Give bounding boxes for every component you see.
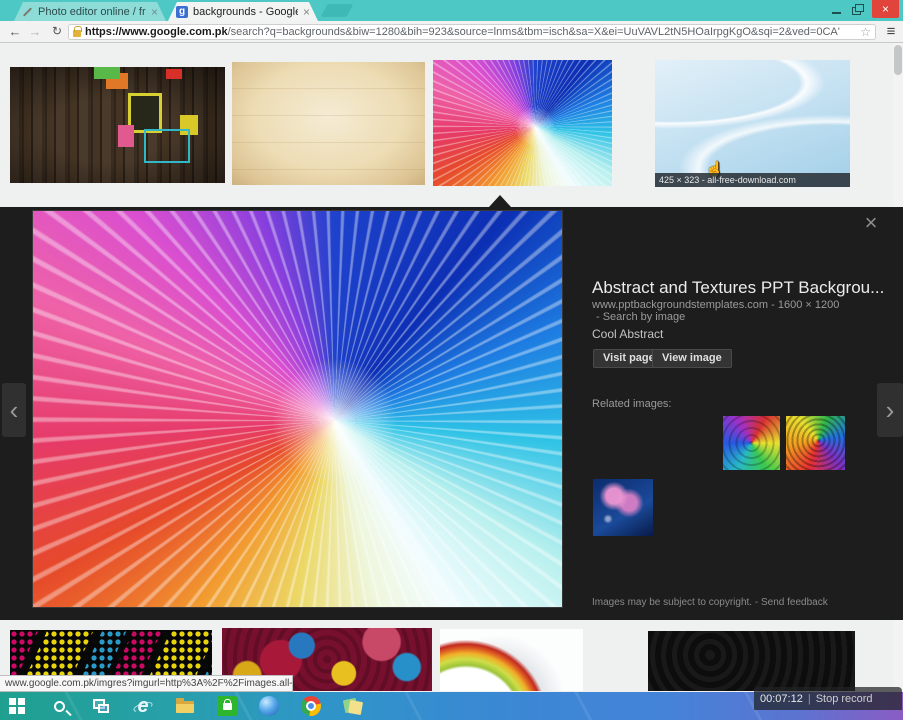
copyright-text: Images may be subject to copyright. <box>592 597 753 608</box>
minimize-icon <box>831 12 841 14</box>
preview-main-image[interactable] <box>33 211 562 607</box>
related-image-tiedye[interactable] <box>723 416 780 470</box>
back-button[interactable]: ← <box>6 23 24 40</box>
tab-title: backgrounds - Google Se <box>193 5 298 18</box>
window-icon <box>98 704 109 713</box>
tab-title: Photo editor online / free <box>38 5 146 18</box>
google-favicon-icon: g <box>176 6 188 18</box>
tab-google-search[interactable]: g backgrounds - Google Se × <box>168 2 318 21</box>
start-button[interactable] <box>6 695 28 717</box>
bookmark-star-icon[interactable]: ☆ <box>860 25 871 39</box>
screen-recorder-overlay[interactable]: 00:07:12 | Stop record <box>754 687 902 710</box>
graffiti-art <box>94 67 120 79</box>
result-thumbnail-blue-waves[interactable]: ☝ 425 × 323 - all-free-download.com <box>655 60 850 187</box>
window-maximize-button[interactable] <box>849 3 869 16</box>
store-icon <box>217 696 237 716</box>
tab-photo-editor[interactable]: Photo editor online / free × <box>14 2 166 21</box>
maximize-icon <box>855 4 864 12</box>
chrome-icon <box>301 696 321 716</box>
view-image-button[interactable]: View image <box>652 349 732 368</box>
internet-explorer-button[interactable]: e <box>132 695 154 717</box>
graffiti-art <box>166 69 182 79</box>
next-image-button[interactable]: › <box>877 383 903 437</box>
file-explorer-button[interactable] <box>174 695 196 717</box>
tab-close-icon[interactable]: × <box>151 7 158 17</box>
close-icon[interactable]: × <box>858 210 884 236</box>
search-button[interactable] <box>48 695 70 717</box>
search-by-image-link[interactable]: - Search by image <box>596 311 685 323</box>
chevron-left-icon: ‹ <box>9 394 19 425</box>
chevron-right-icon: › <box>885 394 895 425</box>
bag-icon <box>222 698 232 710</box>
image-preview-panel: × ‹ › Abstract and Textures PPT Backgrou… <box>0 207 903 620</box>
status-bar-link-preview: www.google.com.pk/imgres?imgurl=http%3A%… <box>0 675 293 692</box>
sphere-icon <box>259 696 279 716</box>
image-dimensions-tooltip: 425 × 323 - all-free-download.com <box>655 173 850 187</box>
tab-close-icon[interactable]: × <box>303 7 310 17</box>
lock-icon <box>73 25 82 37</box>
graffiti-art <box>118 125 134 147</box>
folder-icon <box>176 704 194 713</box>
windows-store-button[interactable] <box>216 695 238 717</box>
taskbar-icons: e <box>6 692 364 720</box>
search-results-area: ☝ 425 × 323 - all-free-download.com × ‹ … <box>0 43 903 692</box>
separator: | <box>807 692 811 705</box>
send-feedback-link[interactable]: Send feedback <box>761 597 828 608</box>
blue-sphere-app-button[interactable] <box>258 695 280 717</box>
window-close-button[interactable]: × <box>872 0 899 18</box>
preview-source: www.pptbackgroundstemplates.com - 1600 ×… <box>592 299 840 311</box>
previous-image-button[interactable]: ‹ <box>2 383 26 437</box>
related-images-label: Related images: <box>592 398 672 410</box>
address-bar[interactable]: https://www.google.com.pk/search?q=backg… <box>68 24 876 40</box>
forward-button[interactable]: → <box>26 23 44 40</box>
copyright-footer: Images may be subject to copyright. - Se… <box>592 597 828 608</box>
task-windows-button[interactable] <box>90 695 112 717</box>
result-thumbnail-wood-graffiti[interactable] <box>10 67 225 183</box>
result-thumbnail-parchment[interactable] <box>232 62 425 185</box>
graffiti-art <box>144 129 190 163</box>
window-minimize-button[interactable] <box>826 4 846 16</box>
search-icon <box>53 700 65 712</box>
stop-recording-button[interactable]: Stop record <box>816 693 873 705</box>
result-thumbnail-dark-pattern[interactable] <box>648 631 855 691</box>
chrome-menu-icon[interactable]: ≡ <box>883 24 899 40</box>
note-icon <box>347 699 364 716</box>
screen: Photo editor online / free × g backgroun… <box>0 0 903 720</box>
pencil-icon <box>23 7 32 16</box>
chrome-button[interactable] <box>300 695 322 717</box>
related-image-spiral[interactable] <box>786 416 845 470</box>
sticky-notes-button[interactable] <box>342 695 364 717</box>
refresh-button[interactable]: ↻ <box>48 23 66 40</box>
preview-caret <box>489 195 511 207</box>
windows-logo-icon <box>9 698 25 714</box>
result-thumbnail-rainbow-wave[interactable] <box>440 629 583 691</box>
new-tab-button[interactable] <box>320 4 354 17</box>
recording-timer: 00:07:12 <box>760 692 803 705</box>
url-text[interactable]: https://www.google.com.pk/search?q=backg… <box>85 26 856 38</box>
url-path: /search?q=backgrounds&biw=1280&bih=923&s… <box>227 26 840 38</box>
result-thumbnail-color-burst[interactable] <box>433 60 612 186</box>
separator: - <box>754 597 759 608</box>
related-image-flower[interactable] <box>593 479 653 536</box>
preview-caption: Cool Abstract <box>592 327 664 341</box>
preview-title[interactable]: Abstract and Textures PPT Backgrou... <box>592 278 884 298</box>
url-domain: https://www.google.com.pk <box>85 26 228 38</box>
browser-titlebar: Photo editor online / free × g backgroun… <box>0 0 903 21</box>
scrollbar-thumb[interactable] <box>894 45 902 75</box>
